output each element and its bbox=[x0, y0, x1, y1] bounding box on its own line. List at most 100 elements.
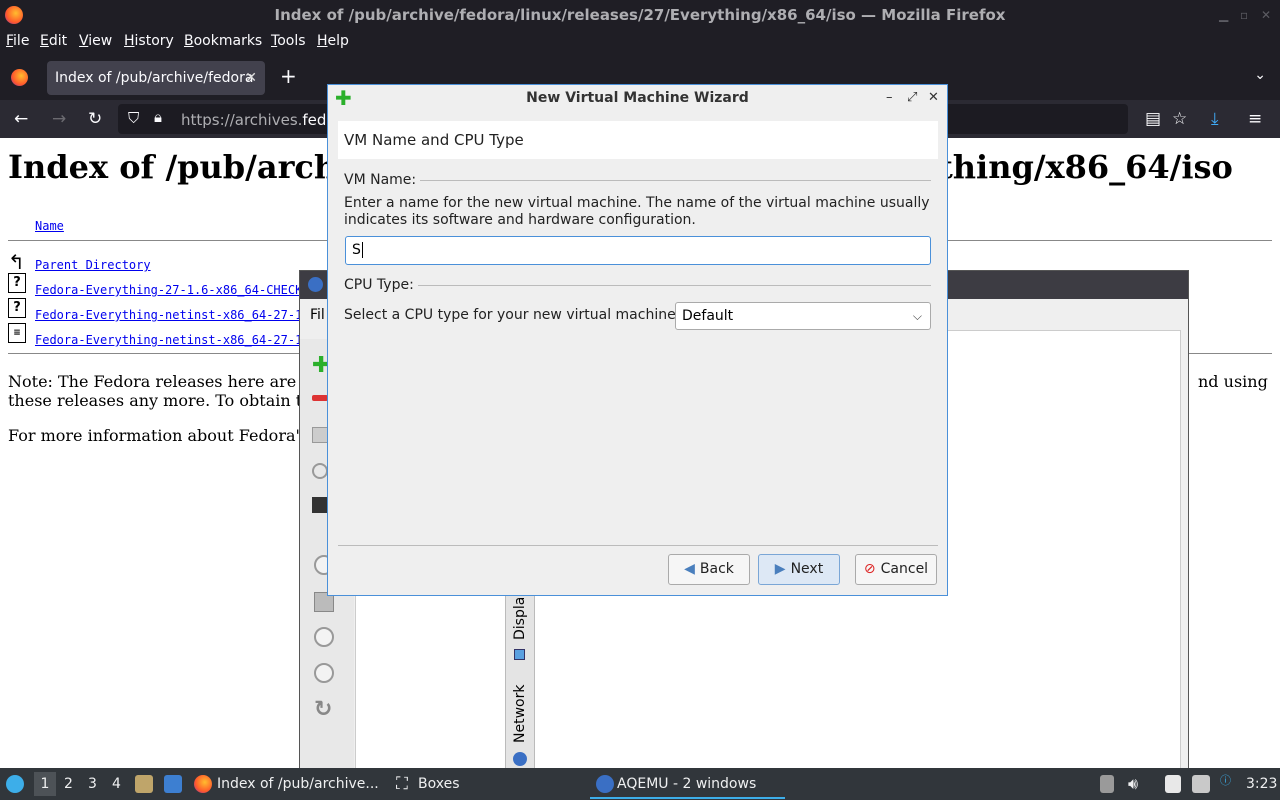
reload-icon[interactable]: ↻ bbox=[88, 109, 102, 129]
wizard-plus-icon: ✚ bbox=[335, 86, 352, 110]
clock-icon[interactable] bbox=[312, 463, 328, 479]
menu-edit[interactable]: Edit bbox=[40, 30, 67, 52]
cancel-icon: ⊘ bbox=[863, 561, 876, 577]
next-arrow-icon: ▶ bbox=[774, 561, 786, 577]
firefox-icon bbox=[194, 775, 212, 793]
lock-icon[interactable]: 🔒︎ bbox=[154, 108, 162, 126]
reset-icon[interactable]: ↻ bbox=[314, 697, 332, 722]
unknown-file-icon: ? bbox=[8, 273, 26, 293]
cpu-type-select[interactable]: Default ⌵ bbox=[675, 302, 931, 330]
task-boxes[interactable]: Boxes bbox=[418, 776, 460, 792]
aqemu-menu-file[interactable]: Fil bbox=[310, 307, 325, 323]
terminal-icon[interactable] bbox=[312, 497, 328, 513]
display-icon bbox=[514, 649, 525, 660]
menu-view[interactable]: View bbox=[79, 30, 112, 52]
back-button-label: Back bbox=[699, 561, 734, 577]
firefox-view-icon[interactable] bbox=[11, 69, 28, 86]
notes-icon[interactable] bbox=[1165, 775, 1181, 793]
link-parent-directory[interactable]: Parent Directory bbox=[35, 258, 151, 272]
minimize-icon[interactable]: – bbox=[886, 90, 893, 105]
pause-icon[interactable] bbox=[314, 627, 334, 647]
notification-icon[interactable]: ⓘ bbox=[1220, 772, 1231, 788]
page-heading: Index of /pub/arch bbox=[8, 148, 338, 186]
maximize-icon[interactable]: ▫ bbox=[1240, 0, 1248, 30]
unknown-file-icon: ? bbox=[8, 298, 26, 318]
menu-file[interactable]: File bbox=[6, 30, 29, 52]
aqemu-vertical-tabs: Displa Network bbox=[505, 595, 535, 770]
desktop-4[interactable]: 4 bbox=[112, 776, 121, 792]
menu-bookmarks[interactable]: Bookmarks bbox=[184, 30, 262, 52]
back-arrow-icon[interactable]: ← bbox=[14, 109, 28, 129]
text-file-icon: ≡ bbox=[8, 323, 26, 343]
menubar: File Edit View History Bookmarks Tools H… bbox=[0, 30, 1280, 54]
shield-icon[interactable]: ⛉ bbox=[128, 109, 139, 127]
tab-network[interactable]: Network bbox=[512, 685, 528, 743]
menu-history[interactable]: History bbox=[124, 30, 174, 52]
aqemu-icon bbox=[308, 277, 323, 292]
bookmark-star-icon[interactable]: ☆ bbox=[1172, 109, 1187, 129]
page-heading-right: thing/x86_64/iso bbox=[938, 148, 1233, 186]
taskbar: 1 2 3 4 Index of /pub/archive... ⛶ Boxes… bbox=[0, 768, 1280, 800]
file-link[interactable]: Fedora-Everything-netinst-x86_64-27-1 bbox=[35, 333, 302, 347]
clock: 3:23 bbox=[1246, 776, 1278, 792]
network-icon bbox=[513, 752, 527, 766]
hamburger-menu-icon[interactable]: ≡ bbox=[1248, 109, 1262, 129]
minimize-icon[interactable]: ▁ bbox=[1219, 0, 1228, 30]
next-button-label: Next bbox=[790, 561, 824, 577]
wizard-dialog bbox=[327, 84, 948, 596]
cancel-button[interactable]: ⊘ Cancel bbox=[855, 554, 937, 585]
task-firefox[interactable]: Index of /pub/archive... bbox=[217, 776, 379, 792]
url-prefix: https://archives. bbox=[181, 111, 303, 129]
desktop-3[interactable]: 3 bbox=[88, 776, 97, 792]
more-info-text: For more information about Fedora' bbox=[8, 426, 300, 445]
forward-arrow-icon[interactable]: → bbox=[52, 109, 66, 129]
menu-help[interactable]: Help bbox=[317, 30, 349, 52]
clipboard-icon[interactable] bbox=[1100, 775, 1114, 793]
tab-close-icon[interactable]: ✕ bbox=[245, 61, 257, 95]
show-desktop-icon[interactable] bbox=[164, 775, 182, 793]
note-text-end: nd using bbox=[1198, 372, 1268, 391]
url-text[interactable]: https://archives.fedo bbox=[181, 111, 336, 129]
back-arrow-icon: ◀ bbox=[684, 561, 695, 577]
chevron-down-icon: ⌵ bbox=[912, 309, 922, 323]
close-icon[interactable]: ✕ bbox=[1261, 0, 1271, 30]
maximize-icon[interactable]: ⤢ bbox=[907, 90, 917, 105]
back-folder-icon: ↰ bbox=[8, 250, 25, 274]
vm-name-description: Enter a name for the new virtual machine… bbox=[344, 195, 930, 211]
text-cursor bbox=[361, 242, 363, 258]
dialog-title: New Virtual Machine Wizard bbox=[328, 85, 947, 111]
desktop-2[interactable]: 2 bbox=[64, 776, 73, 792]
app-launcher-icon[interactable] bbox=[6, 775, 24, 793]
volume-icon[interactable]: 🔊︎ bbox=[1128, 774, 1138, 794]
group-divider bbox=[420, 180, 931, 181]
remove-vm-icon[interactable] bbox=[312, 395, 328, 401]
group-divider bbox=[418, 285, 931, 286]
close-icon[interactable]: ✕ bbox=[928, 90, 939, 105]
menu-tools[interactable]: Tools bbox=[271, 30, 306, 52]
next-button[interactable]: ▶ Next bbox=[758, 554, 840, 585]
back-button[interactable]: ◀ Back bbox=[668, 554, 750, 585]
tab-title: Index of /pub/archive/fedora bbox=[55, 70, 254, 86]
tab-display[interactable]: Displa bbox=[512, 597, 528, 640]
active-task-indicator bbox=[590, 797, 785, 799]
note-text-line2: these releases any more. To obtain t bbox=[8, 391, 303, 410]
cancel-button-label: Cancel bbox=[880, 561, 929, 577]
cpu-type-group-label: CPU Type: bbox=[344, 277, 414, 293]
tab-active[interactable]: Index of /pub/archive/fedora ✕ bbox=[47, 61, 265, 95]
stop-icon[interactable] bbox=[314, 663, 334, 683]
file-link[interactable]: Fedora-Everything-netinst-x86_64-27-1 bbox=[35, 308, 302, 322]
download-icon[interactable]: ⤓ bbox=[1211, 109, 1219, 129]
vm-name-input[interactable]: S bbox=[345, 236, 931, 265]
wizard-page-title: VM Name and CPU Type bbox=[344, 131, 524, 149]
desktop-1[interactable]: 1 bbox=[34, 772, 56, 796]
display-tray-icon[interactable] bbox=[1192, 775, 1210, 793]
new-tab-icon[interactable]: + bbox=[280, 64, 297, 88]
disk-icon[interactable] bbox=[312, 427, 328, 443]
file-manager-icon[interactable] bbox=[135, 775, 153, 793]
column-header-name[interactable]: Name bbox=[35, 219, 64, 233]
chevron-down-icon[interactable]: ⌄ bbox=[1254, 67, 1266, 83]
task-aqemu[interactable]: AQEMU - 2 windows bbox=[617, 776, 756, 792]
reader-view-icon[interactable]: ▤ bbox=[1145, 109, 1161, 129]
vm-name-group-label: VM Name: bbox=[344, 172, 417, 188]
file-link[interactable]: Fedora-Everything-27-1.6-x86_64-CHECK bbox=[35, 283, 302, 297]
